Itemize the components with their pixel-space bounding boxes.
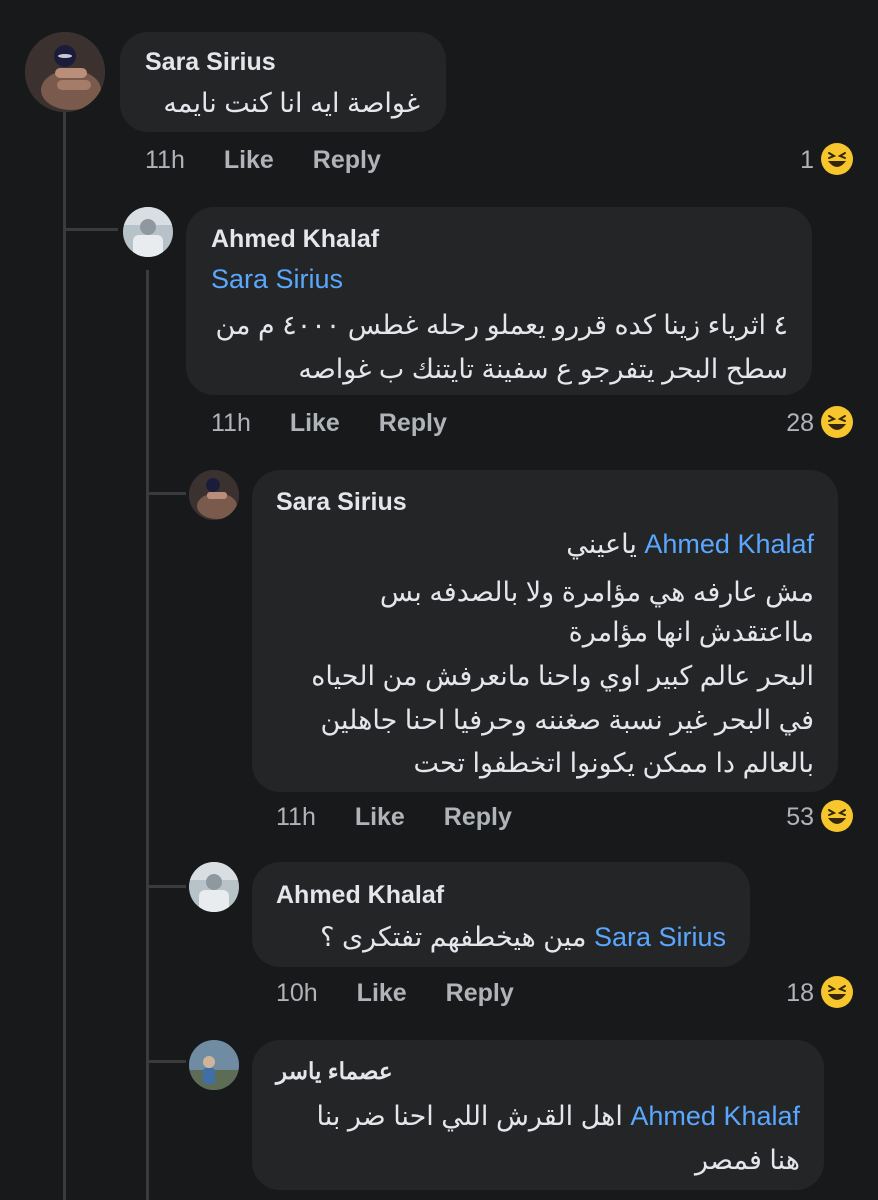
reaction-summary[interactable]: 28 xyxy=(734,403,854,443)
like-button[interactable]: Like xyxy=(290,409,340,438)
avatar[interactable] xyxy=(25,32,105,112)
avatar-photo-icon xyxy=(189,470,239,520)
thread-connector-4 xyxy=(146,1060,186,1063)
timestamp[interactable]: 10h xyxy=(276,979,318,1008)
comment-text-line: بالعالم دا ممكن يكونوا اتخطفوا تحت xyxy=(413,748,814,778)
author-name[interactable]: Sara Sirius xyxy=(276,488,407,517)
author-name[interactable]: Ahmed Khalaf xyxy=(276,881,444,910)
comment-text-line: سطح البحر يتفرجو ع سفينة تايتنك ب غواصه xyxy=(298,354,788,384)
mention-link[interactable]: Sara Sirius xyxy=(211,256,343,302)
thread-line-main xyxy=(63,110,66,1200)
reaction-count: 28 xyxy=(786,409,814,437)
mention-link[interactable]: Sara Sirius xyxy=(594,922,726,952)
reaction-count: 1 xyxy=(800,146,814,174)
author-name[interactable]: Ahmed Khalaf xyxy=(211,225,379,254)
comment-text-line: البحر عالم كبير اوي واحنا مانعرفش من الح… xyxy=(311,661,814,691)
author-name[interactable]: Sara Sirius xyxy=(145,48,276,77)
laughing-emoji-icon xyxy=(821,406,853,438)
thread-connector-3 xyxy=(146,885,186,888)
reaction-count: 53 xyxy=(786,803,814,831)
laughing-emoji-icon xyxy=(821,143,853,175)
comment-text: اهل القرش اللي احنا ضر بنا xyxy=(316,1101,623,1131)
reaction-summary[interactable]: 1 xyxy=(734,140,854,180)
laughing-emoji-icon xyxy=(821,800,853,832)
comment-actions: 11h Like Reply xyxy=(145,146,381,175)
timestamp[interactable]: 11h xyxy=(145,146,185,175)
comment-text: ياعيني xyxy=(566,529,637,559)
comment-text: غواصة ايه انا كنت نايمه xyxy=(163,88,420,118)
avatar[interactable] xyxy=(189,1040,239,1090)
reply-button[interactable]: Reply xyxy=(444,803,512,832)
mention-link[interactable]: Ahmed Khalaf xyxy=(630,1101,800,1131)
avatar[interactable] xyxy=(189,862,239,912)
comment-text-line: هنا فمصر xyxy=(695,1145,800,1175)
comment-actions: 11h Like Reply xyxy=(276,803,512,832)
reply-button[interactable]: Reply xyxy=(379,409,447,438)
comment-actions: 11h Like Reply xyxy=(211,409,447,438)
avatar[interactable] xyxy=(123,207,173,257)
timestamp[interactable]: 11h xyxy=(276,803,316,832)
comment-text-line: Sara Sirius مين هيخطفهم تفتكرى ؟ xyxy=(320,914,726,960)
comment-text: مين هيخطفهم تفتكرى ؟ xyxy=(320,922,587,952)
avatar[interactable] xyxy=(189,470,239,520)
thread-connector-2 xyxy=(146,492,186,495)
timestamp[interactable]: 11h xyxy=(211,409,251,438)
like-button[interactable]: Like xyxy=(224,146,274,175)
comment-text-line: في البحر غير نسبة صغننه وحرفيا احنا جاهل… xyxy=(320,705,814,735)
reply-button[interactable]: Reply xyxy=(313,146,381,175)
avatar-photo-icon xyxy=(189,862,239,912)
like-button[interactable]: Like xyxy=(357,979,407,1008)
comment-text-line: ٤ اثرياء زينا كده قررو يعملو رحله غطس ٤٠… xyxy=(215,310,789,340)
reaction-summary[interactable]: 18 xyxy=(734,973,854,1013)
reaction-summary[interactable]: 53 xyxy=(734,797,854,837)
comment-text-line: Ahmed Khalaf ياعيني xyxy=(566,521,814,567)
reply-button[interactable]: Reply xyxy=(446,979,514,1008)
avatar-photo-icon xyxy=(189,1040,239,1090)
comment-text-line: Ahmed Khalaf اهل القرش اللي احنا ضر بنا xyxy=(316,1093,800,1139)
thread-connector-1 xyxy=(63,228,118,231)
laughing-emoji-icon xyxy=(821,976,853,1008)
comment-text-line: مااعتقدش انها مؤامرة xyxy=(568,617,814,647)
avatar-photo-icon xyxy=(25,32,105,112)
avatar-photo-icon xyxy=(123,207,173,257)
like-button[interactable]: Like xyxy=(355,803,405,832)
author-name[interactable]: عصماء ياسر xyxy=(276,1058,393,1085)
mention-link[interactable]: Ahmed Khalaf xyxy=(644,529,814,559)
comment-actions: 10h Like Reply xyxy=(276,979,514,1008)
reaction-count: 18 xyxy=(786,979,814,1007)
